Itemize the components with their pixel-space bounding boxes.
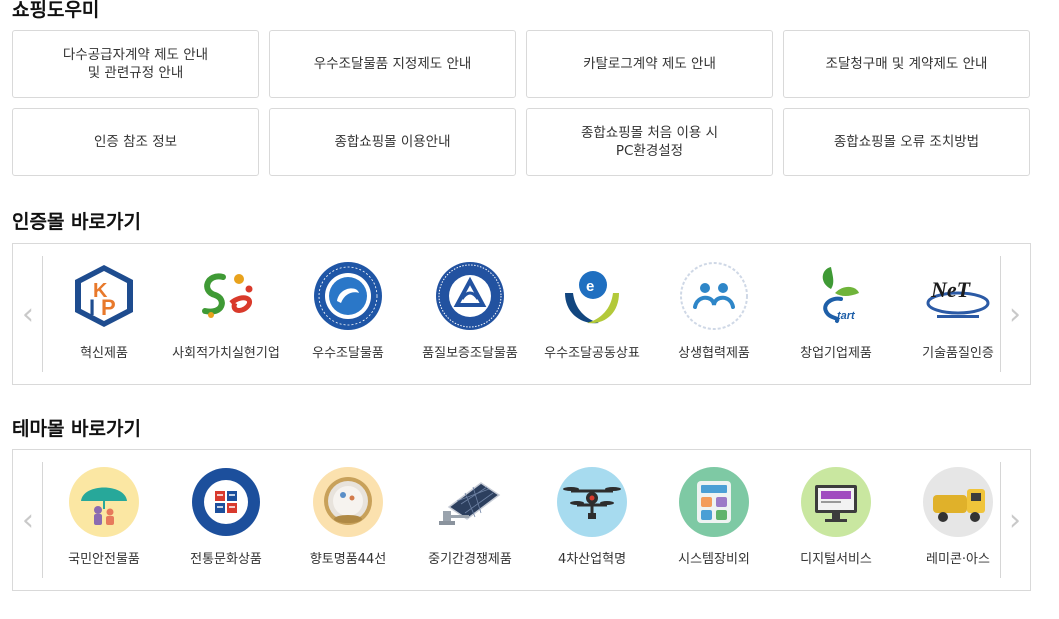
theme-mall-viewport: 국민안전물품 전통문화상품 향토명품44선 중기간경쟁제품 4차산업혁명 시스템…: [42, 462, 1001, 578]
theme-item-public-safety[interactable]: 국민안전물품: [43, 462, 165, 567]
cert-item-excellent-procurement[interactable]: 우수조달물품: [287, 256, 409, 361]
traditional-culture-seal: [190, 466, 262, 538]
social-value-se-logo: [190, 260, 262, 332]
cert-item-joint-brand[interactable]: e 우수조달공동상표: [531, 256, 653, 361]
help-button-error-fix[interactable]: 종합쇼핑몰 오류 조치방법: [783, 108, 1030, 176]
svg-text:NeT: NeT: [930, 277, 972, 302]
chevron-left-icon[interactable]: ‹: [18, 500, 38, 540]
svg-text:P: P: [101, 295, 116, 320]
chevron-left-icon[interactable]: ‹: [18, 294, 38, 334]
local-specialty-bowl-icon: [312, 466, 384, 538]
theme-item-label: 중기간경쟁제품: [428, 552, 512, 567]
theme-item-system-equipment[interactable]: 시스템장비외: [653, 462, 775, 567]
cert-item-quality-assurance[interactable]: 품질보증조달물품: [409, 256, 531, 361]
theme-item-label: 4차산업혁명: [557, 552, 627, 567]
calculator-icon: [678, 466, 750, 538]
help-button-catalog-contract[interactable]: 카탈로그계약 제도 안내: [526, 30, 773, 98]
svg-text:e: e: [586, 278, 594, 295]
quality-assurance-seal: [434, 260, 506, 332]
cert-item-label: 사회적가치실현기업: [172, 346, 280, 361]
chevron-right-icon[interactable]: ›: [1005, 500, 1025, 540]
cert-mall-title: 인증몰 바로가기: [12, 211, 141, 233]
theme-item-label: 향토명품44선: [309, 552, 387, 567]
cert-item-innovation[interactable]: K I P 혁신제품: [43, 256, 165, 361]
cert-item-label: 상생협력제품: [678, 346, 750, 361]
help-button-mas-contract[interactable]: 다수공급자계약 제도 안내 및 관련규정 안내: [12, 30, 259, 98]
theme-item-digital-service[interactable]: 디지털서비스: [775, 462, 897, 567]
mixer-truck-icon: [922, 466, 994, 538]
win-win-cooperation-logo: [678, 260, 750, 332]
cert-item-win-win[interactable]: 상생협력제품: [653, 256, 775, 361]
excellent-procurement-seal: [312, 260, 384, 332]
theme-mall-carousel: ‹ 국민안전물품 전통문화상품 향토명품44선 중기간경쟁제품 4차산업혁명 시…: [12, 449, 1031, 591]
chevron-right-icon[interactable]: ›: [1005, 294, 1025, 334]
cert-item-label: 우수조달공동상표: [544, 346, 640, 361]
startup-sprout-logo: tart: [800, 260, 872, 332]
theme-item-sme-competition[interactable]: 중기간경쟁제품: [409, 462, 531, 567]
cert-mall-carousel: ‹ K I P 혁신제품 사회적가치실현기업 우수조달물품 품질보증조달물품 e…: [12, 243, 1031, 385]
umbrella-family-icon: [68, 466, 140, 538]
cert-mall-track: K I P 혁신제품 사회적가치실현기업 우수조달물품 품질보증조달물품 e 우…: [43, 256, 1000, 361]
theme-item-label: 시스템장비외: [678, 552, 750, 567]
theme-item-label: 레미콘·아스: [926, 552, 990, 567]
theme-mall-track: 국민안전물품 전통문화상품 향토명품44선 중기간경쟁제품 4차산업혁명 시스템…: [43, 462, 1000, 567]
theme-item-local-specialty[interactable]: 향토명품44선: [287, 462, 409, 567]
cert-item-label: 창업기업제품: [800, 346, 872, 361]
help-button-purchase-contract[interactable]: 조달청구매 및 계약제도 안내: [783, 30, 1030, 98]
help-button-excellent-product[interactable]: 우수조달물품 지정제도 안내: [269, 30, 516, 98]
theme-item-label: 디지털서비스: [800, 552, 872, 567]
help-button-pc-setup[interactable]: 종합쇼핑몰 처음 이용 시 PC환경설정: [526, 108, 773, 176]
kip-innovation-logo: K I P: [68, 260, 140, 332]
monitor-icon: [800, 466, 872, 538]
theme-item-4th-industrial[interactable]: 4차산업혁명: [531, 462, 653, 567]
help-button-mall-guide[interactable]: 종합쇼핑몰 이용안내: [269, 108, 516, 176]
theme-mall-title: 테마몰 바로가기: [12, 418, 141, 440]
svg-text:I: I: [89, 295, 95, 320]
theme-item-label: 국민안전물품: [68, 552, 140, 567]
drone-icon: [556, 466, 628, 538]
cert-item-label: 혁신제품: [80, 346, 128, 361]
solar-panel-icon: [434, 466, 506, 538]
help-button-certification-info[interactable]: 인증 참조 정보: [12, 108, 259, 176]
shopping-help-grid: 다수공급자계약 제도 안내 및 관련규정 안내 우수조달물품 지정제도 안내 카…: [12, 30, 1031, 176]
theme-item-remicon-ascon[interactable]: 레미콘·아스: [897, 462, 1000, 567]
cert-item-social-value[interactable]: 사회적가치실현기업: [165, 256, 287, 361]
cert-item-label: 기술품질인증: [922, 346, 994, 361]
cert-item-label: 품질보증조달물품: [422, 346, 518, 361]
net-technology-logo: NeT: [922, 260, 994, 332]
cert-item-label: 우수조달물품: [312, 346, 384, 361]
svg-text:tart: tart: [837, 310, 856, 322]
theme-item-label: 전통문화상품: [190, 552, 262, 567]
joint-brand-logo: e: [556, 260, 628, 332]
shopping-help-title: 쇼핑도우미: [12, 0, 100, 21]
cert-item-net-technology[interactable]: NeT 기술품질인증: [897, 256, 1000, 361]
theme-item-traditional-culture[interactable]: 전통문화상품: [165, 462, 287, 567]
cert-mall-viewport: K I P 혁신제품 사회적가치실현기업 우수조달물품 품질보증조달물품 e 우…: [42, 256, 1001, 372]
cert-item-startup[interactable]: tart 창업기업제품: [775, 256, 897, 361]
